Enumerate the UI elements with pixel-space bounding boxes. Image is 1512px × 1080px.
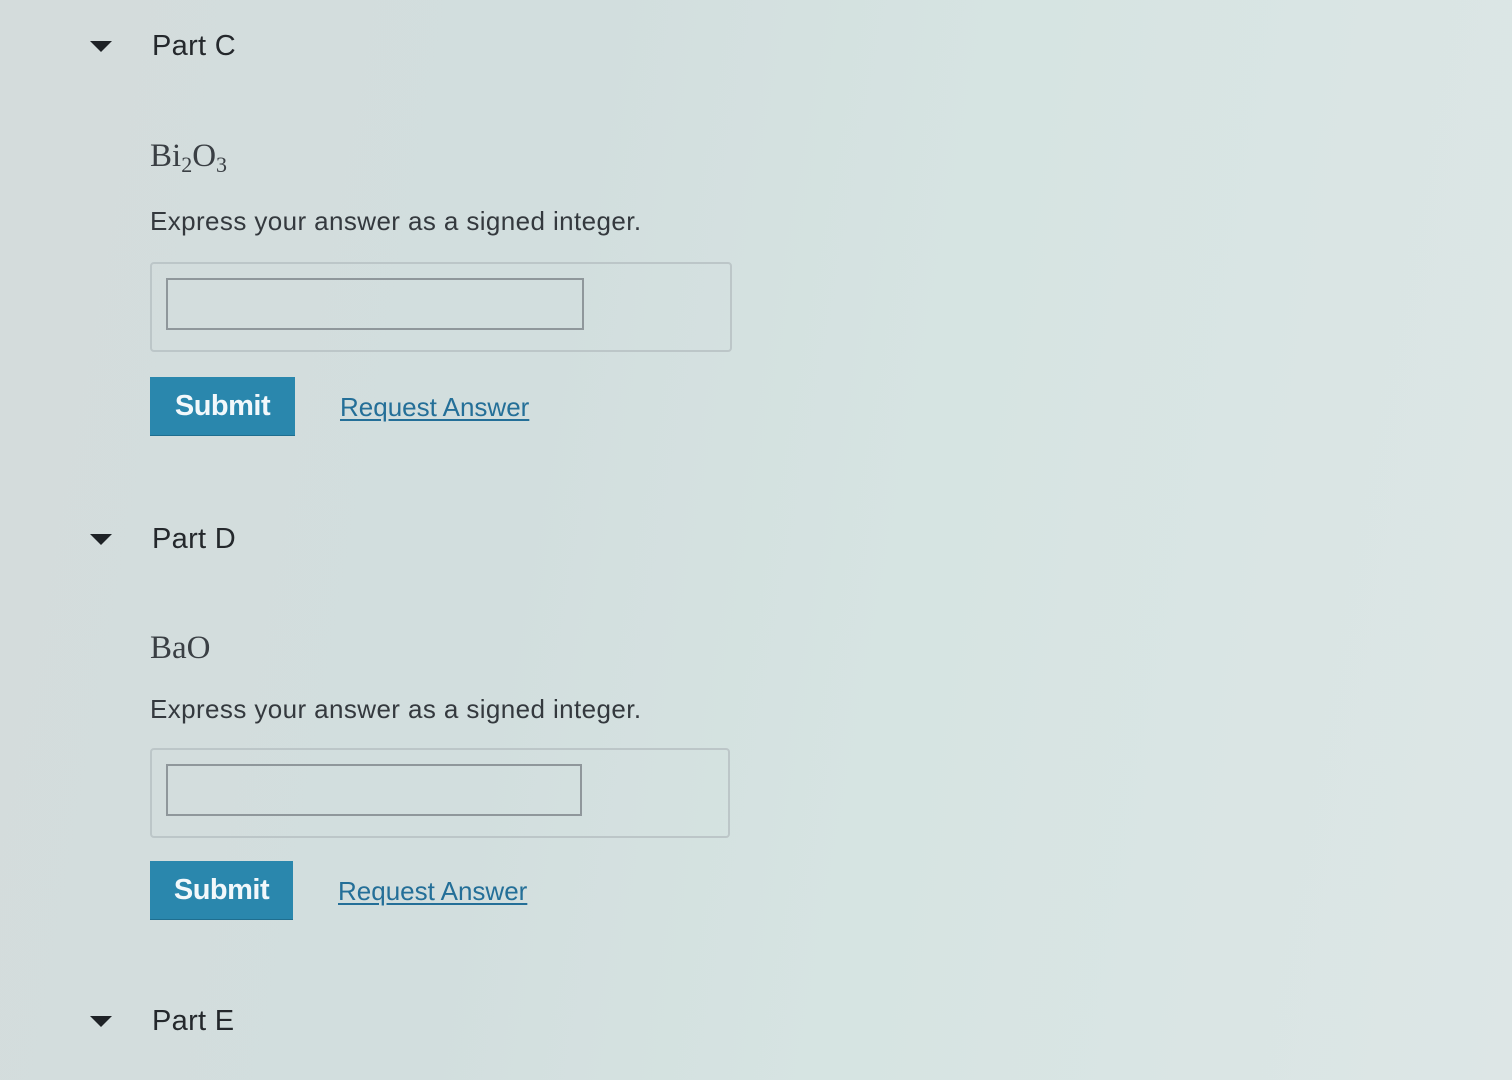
caret-down-icon[interactable] xyxy=(90,40,112,52)
part-d-header[interactable]: Part D xyxy=(90,519,236,559)
part-e-title: Part E xyxy=(152,1004,235,1037)
formula-subscript: 3 xyxy=(216,152,228,177)
part-c-answer-box xyxy=(150,262,732,352)
caret-down-icon[interactable] xyxy=(90,533,112,545)
part-d-formula: BaO xyxy=(150,630,211,666)
part-d-instruction: Express your answer as a signed integer. xyxy=(150,694,642,724)
formula-subscript: 2 xyxy=(181,152,193,177)
part-c-title: Part C xyxy=(152,29,236,62)
part-d-request-answer-link[interactable]: Request Answer xyxy=(338,876,527,907)
caret-down-icon[interactable] xyxy=(90,1015,112,1027)
part-e-header[interactable]: Part E xyxy=(90,1001,234,1041)
part-c-request-answer-link[interactable]: Request Answer xyxy=(340,392,529,423)
part-d-answer-input[interactable] xyxy=(166,764,582,816)
part-c-instruction: Express your answer as a signed integer. xyxy=(150,206,642,236)
part-d-submit-button[interactable]: Submit xyxy=(150,861,293,919)
part-c-submit-button[interactable]: Submit xyxy=(150,377,295,435)
part-c-formula: Bi2O3 xyxy=(150,138,227,178)
part-d-title: Part D xyxy=(152,522,236,555)
part-c-answer-input[interactable] xyxy=(166,278,584,330)
formula-element: Bi xyxy=(150,138,182,174)
part-c-header[interactable]: Part C xyxy=(90,26,236,66)
formula-element: O xyxy=(192,138,217,174)
part-d-answer-box xyxy=(150,748,730,838)
